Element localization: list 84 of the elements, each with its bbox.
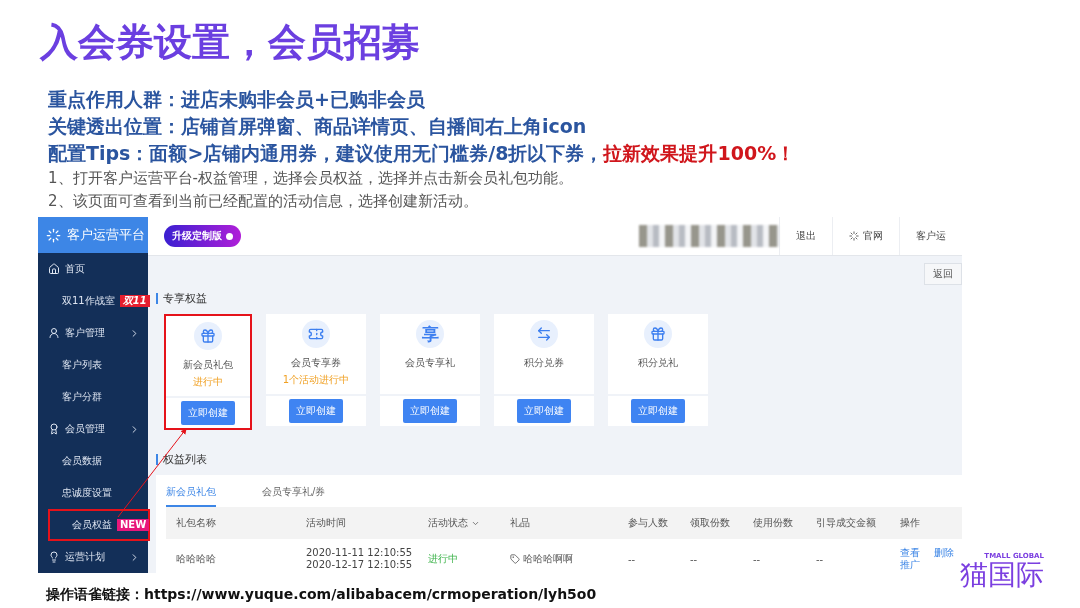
spinner-icon	[849, 231, 859, 241]
sidebar-label: 运营计划	[65, 550, 106, 564]
tab[interactable]: 会员专享礼/券	[262, 479, 326, 507]
sidebar-item[interactable]: 客户列表	[38, 349, 148, 381]
table-cell-text: --	[816, 553, 825, 565]
column-header: 礼品	[510, 516, 531, 530]
create-button[interactable]: 立即创建	[631, 399, 685, 423]
card-title: 会员专享礼	[405, 356, 455, 370]
sidebar-item[interactable]: 忠诚度设置	[38, 477, 148, 509]
top-link[interactable]: 客户运	[899, 217, 962, 255]
menu-badge: NEW	[117, 519, 150, 531]
create-button[interactable]: 立即创建	[289, 399, 343, 423]
sidebar-item[interactable]: 运营计划	[38, 541, 148, 573]
card-status: 进行中	[193, 375, 223, 389]
step-text: 1、打开客户运营平台-权益管理，选择会员权益，选择并点击新会员礼包功能。	[47, 168, 574, 189]
menu-badge: 双11	[119, 295, 150, 307]
create-button[interactable]: 立即创建	[181, 401, 235, 425]
table-cell-text: 哈哈哈哈	[176, 552, 217, 566]
sidebar-item[interactable]: 双11作战室 双11	[38, 285, 148, 317]
sidebar-item[interactable]: 客户分群	[38, 381, 148, 413]
card-status: 1个活动进行中	[282, 373, 350, 387]
lightbulb-icon	[48, 551, 60, 563]
footer-link-text: 操作语雀链接：https://www.yuque.com/alibabacem/crmoperation/lyh5o0	[46, 586, 597, 604]
create-button[interactable]: 立即创建	[403, 399, 457, 423]
medal-icon	[48, 423, 60, 435]
dot-icon	[226, 232, 233, 240]
table-cell-text: --	[690, 553, 699, 565]
logo-name: 猫国际	[960, 560, 1044, 590]
column-header: 使用份数	[753, 516, 794, 530]
exchange-icon	[536, 326, 552, 342]
sidebar-item[interactable]: 客户管理	[38, 317, 148, 349]
column-header: 领取份数	[690, 516, 731, 530]
sidebar-item[interactable]: 会员管理	[38, 413, 148, 445]
table-cell-text: 2020-11-11 12:10:55 2020-12-17 12:10:55	[306, 547, 414, 571]
table-cell: 哈哈哈啊啊	[523, 552, 573, 566]
sidebar-label: 首页	[65, 262, 86, 276]
status-cell-text: 进行中	[428, 552, 459, 566]
sidebar-label: 会员权益	[72, 518, 112, 532]
column-header: 操作	[900, 516, 921, 530]
user-icon	[48, 327, 60, 339]
key-point: 配置Tips：面额>店铺内通用券，建议使用无门槛券/8折以下券，拉新效果提升100%！	[48, 141, 797, 166]
top-link[interactable]: 退出	[779, 217, 832, 255]
section-title: 专享权益	[156, 293, 207, 304]
sidebar-label: 会员管理	[65, 422, 106, 436]
card-title: 会员专享券	[291, 356, 341, 370]
slide-title: 入会券设置，会员招募	[40, 19, 421, 66]
card-title: 积分兑礼	[638, 356, 678, 370]
top-link[interactable]: 官网	[832, 217, 899, 255]
sidebar-label: 客户列表	[62, 358, 103, 372]
card-title: 新会员礼包	[183, 358, 233, 372]
glyph-icon: 享	[421, 322, 439, 346]
sidebar-label: 双11作战室	[62, 294, 115, 308]
sidebar-label: 客户管理	[65, 326, 106, 340]
back-button[interactable]: 返回	[924, 263, 962, 285]
create-button[interactable]: 立即创建	[517, 399, 571, 423]
key-point: 重点作用人群：进店未购非会员+已购非会员	[48, 87, 426, 112]
card-title: 积分兑券	[524, 356, 564, 370]
sidebar-label: 客户分群	[62, 390, 103, 404]
brand-name: 客户运营平台	[67, 226, 145, 244]
column-header: 活动状态	[428, 516, 510, 530]
action-link[interactable]: 删除	[934, 547, 962, 559]
sidebar-label: 忠诚度设置	[62, 486, 113, 500]
gift-icon	[200, 328, 216, 344]
logo-icon	[46, 227, 61, 243]
table-cell-text: --	[628, 553, 637, 565]
tag-icon	[510, 554, 520, 564]
key-point: 关键透出位置：店铺首屏弹窗、商品详情页、自播间右上角icon	[48, 114, 588, 139]
gift-icon	[650, 326, 666, 342]
step-text: 2、该页面可查看到当前已经配置的活动信息，选择创建新活动。	[47, 191, 479, 212]
section-title: 权益列表	[156, 454, 207, 465]
upgrade-button[interactable]: 升级定制版	[164, 225, 241, 247]
column-header: 礼包名称	[176, 516, 217, 530]
column-header: 活动时间	[306, 516, 347, 530]
column-header: 参与人数	[628, 516, 669, 530]
sidebar-item[interactable]: 会员数据	[38, 445, 148, 477]
home-icon	[48, 263, 60, 275]
sidebar-item[interactable]: 首页	[38, 253, 148, 285]
sidebar-label: 会员数据	[62, 454, 103, 468]
action-link[interactable]: 查看	[900, 547, 928, 559]
sidebar-item[interactable]: 会员权益 NEW	[48, 509, 150, 541]
ticket-icon	[308, 326, 324, 342]
table-cell-text: --	[753, 553, 762, 565]
column-header: 引导成交金额	[816, 516, 877, 530]
action-link[interactable]: 推广	[900, 559, 928, 571]
